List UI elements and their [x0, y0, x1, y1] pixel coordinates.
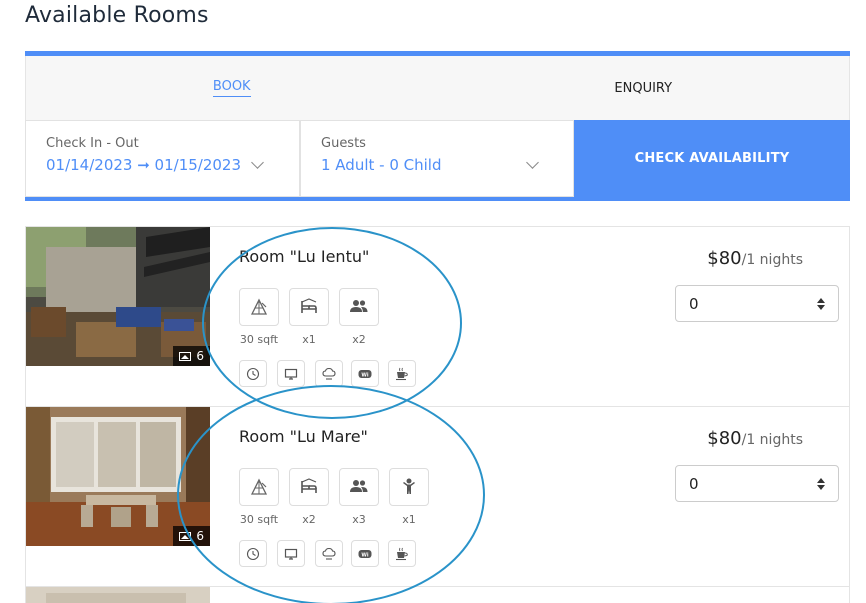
room-card: 6 Room "Lu Mare" 30 sqft x2 x3 x1 $80/1 … [25, 406, 850, 587]
check-availability-button[interactable]: CHECK AVAILABILITY [574, 120, 850, 197]
area-icon [251, 479, 267, 495]
tv-icon [284, 548, 298, 560]
coffee-icon [395, 546, 408, 560]
amenity-ac [315, 360, 343, 387]
feature-beds: x2 [289, 468, 329, 526]
child-icon [403, 478, 415, 494]
booking-tabs: BOOK ENQUIRY [25, 56, 850, 120]
room-price: $80/1 nights [707, 248, 803, 269]
amenity-clock [239, 360, 267, 387]
room-price: $80/1 nights [707, 428, 803, 449]
guests-field[interactable]: Guests 1 Adult - 0 Child [300, 120, 574, 197]
wifi-icon [358, 549, 372, 558]
room-photo-image [26, 587, 210, 603]
room-name: Room "Lu Ientu" [239, 247, 370, 266]
photo-count-badge[interactable]: 6 [173, 346, 210, 366]
room-photo[interactable]: 6 [26, 227, 210, 366]
amenity-tv [277, 540, 305, 567]
feature-adults: x2 [339, 288, 379, 346]
room-quantity-select[interactable]: 0 [675, 285, 839, 322]
image-icon [179, 531, 192, 541]
coffee-icon [395, 366, 408, 380]
clock-icon [246, 547, 260, 560]
image-icon [179, 351, 192, 361]
room-card-partial [25, 586, 850, 603]
adults-icon [350, 480, 368, 492]
bed-icon [301, 298, 317, 314]
room-card: 6 Room "Lu Ientu" 30 sqft x1 x2 $80/1 ni… [25, 226, 850, 407]
bed-icon [301, 478, 317, 494]
tab-book[interactable]: BOOK [26, 56, 438, 120]
select-arrows-icon [817, 477, 825, 490]
clock-icon [246, 367, 260, 380]
area-icon [251, 299, 267, 315]
amenity-clock [239, 540, 267, 567]
tab-enquiry[interactable]: ENQUIRY [438, 56, 850, 120]
amenity-tv [277, 360, 305, 387]
booking-panel: BOOK ENQUIRY Check In - Out 01/14/2023 ➞… [25, 51, 850, 201]
air-conditioning-icon [322, 367, 336, 381]
feature-area: 30 sqft [239, 288, 279, 346]
adults-icon [350, 300, 368, 312]
amenity-coffee [388, 360, 416, 387]
guests-value: 1 Adult - 0 Child [321, 156, 442, 174]
feature-area: 30 sqft [239, 468, 279, 526]
checkin-value: 01/14/2023 ➞ 01/15/2023 [46, 156, 242, 174]
wifi-icon [358, 369, 372, 378]
checkin-label: Check In - Out [46, 136, 139, 151]
feature-beds: x1 [289, 288, 329, 346]
amenity-coffee [388, 540, 416, 567]
select-arrows-icon [817, 297, 825, 310]
search-row: Check In - Out 01/14/2023 ➞ 01/15/2023 G… [25, 120, 850, 197]
page-title: Available Rooms [25, 3, 209, 28]
feature-adults: x3 [339, 468, 379, 526]
room-photo[interactable]: 6 [26, 407, 210, 546]
guests-label: Guests [321, 136, 366, 151]
photo-count-badge[interactable]: 6 [173, 526, 210, 546]
room-name: Room "Lu Mare" [239, 427, 368, 446]
room-quantity-select[interactable]: 0 [675, 465, 839, 502]
air-conditioning-icon [322, 547, 336, 561]
amenity-wifi [351, 540, 379, 567]
amenity-wifi [351, 360, 379, 387]
amenity-ac [315, 540, 343, 567]
tv-icon [284, 368, 298, 380]
checkin-checkout-field[interactable]: Check In - Out 01/14/2023 ➞ 01/15/2023 [25, 120, 300, 197]
feature-children: x1 [389, 468, 429, 526]
